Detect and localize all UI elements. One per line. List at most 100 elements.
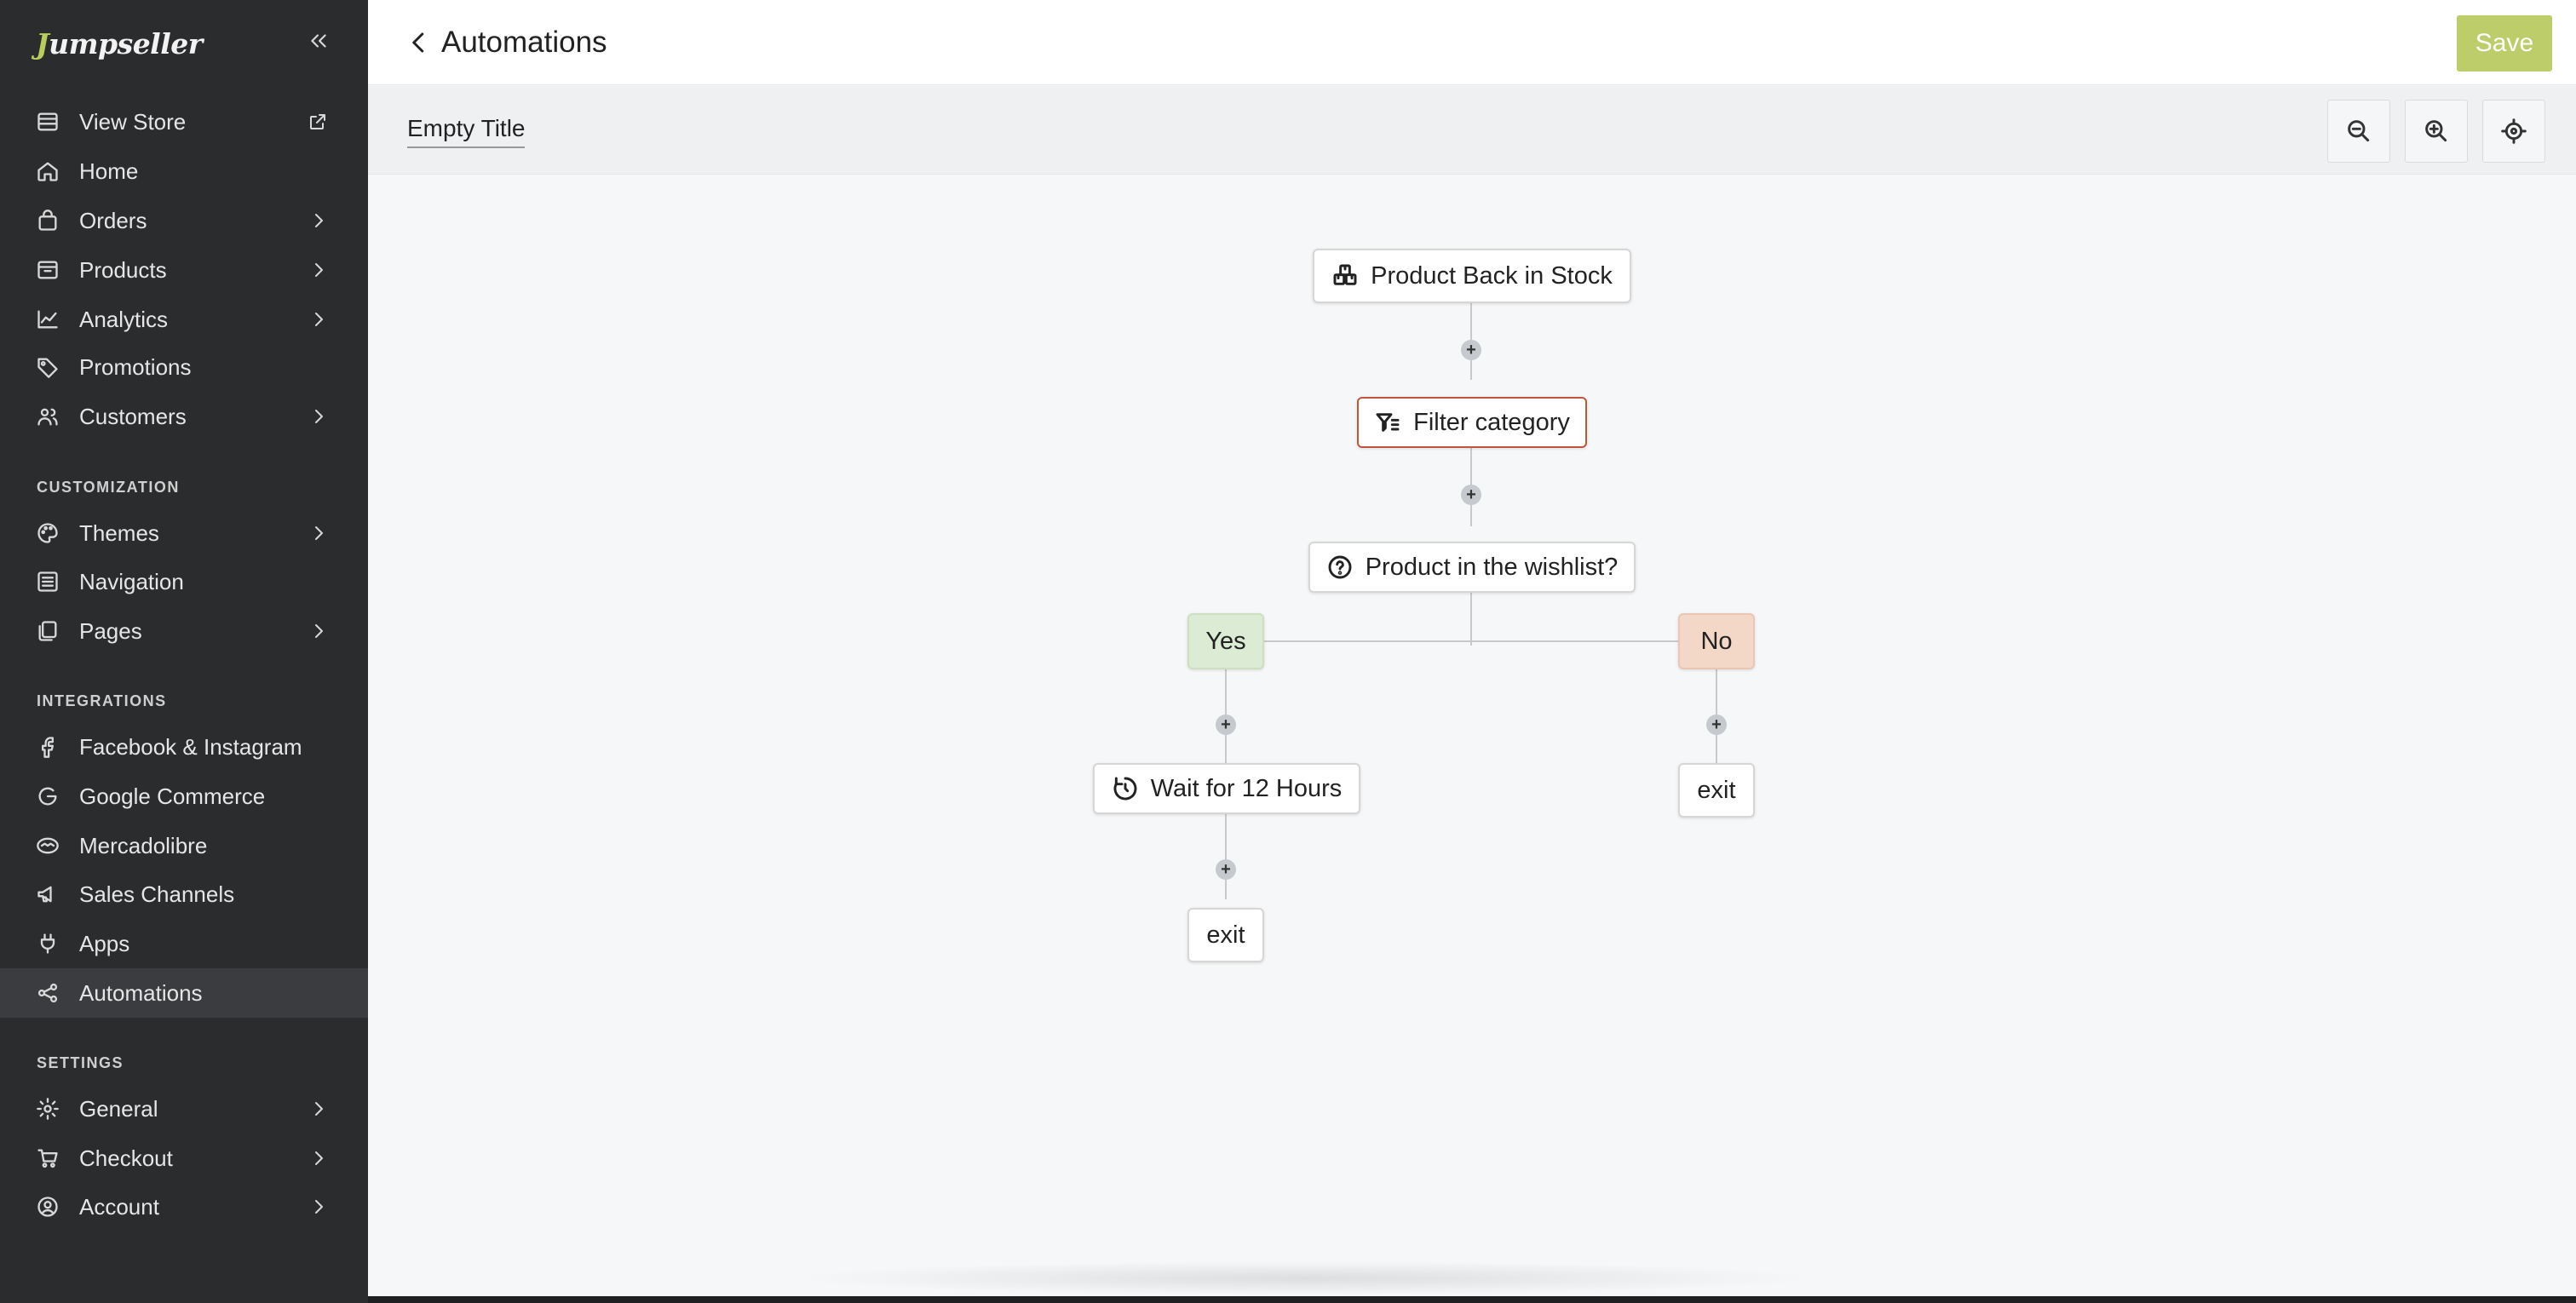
trigger-node[interactable]: Product Back in Stock bbox=[1313, 249, 1631, 303]
section-heading-settings: SETTINGS bbox=[37, 1054, 124, 1071]
sidebar-item-products[interactable]: Products bbox=[0, 245, 368, 295]
connector-line bbox=[1470, 593, 1472, 646]
sidebar-item-view-store[interactable]: View Store bbox=[0, 97, 368, 146]
flow-canvas[interactable]: Product Back in Stock + Filter category … bbox=[368, 175, 2576, 1296]
sidebar-item-label: View Store bbox=[79, 108, 187, 135]
pages-icon bbox=[38, 621, 57, 641]
double-chevron-left-icon bbox=[311, 34, 326, 48]
crosshair-icon bbox=[2501, 118, 2527, 144]
logo-initial: J bbox=[36, 26, 49, 60]
top-bar: Automations Save bbox=[368, 0, 2576, 85]
wait-node[interactable]: Wait for 12 Hours bbox=[1093, 763, 1360, 814]
connector-line bbox=[1225, 809, 1227, 899]
collapse-sidebar-button[interactable] bbox=[303, 26, 334, 56]
sidebar-item-facebook-instagram[interactable]: Facebook & Instagram bbox=[0, 722, 368, 772]
branch-line bbox=[1223, 640, 1721, 642]
sidebar-item-home[interactable]: Home bbox=[0, 146, 368, 196]
chevron-right-icon bbox=[315, 624, 323, 638]
sidebar-item-themes[interactable]: Themes bbox=[0, 508, 368, 558]
sidebar-item-customers[interactable]: Customers bbox=[0, 392, 368, 441]
bag-icon bbox=[38, 210, 57, 231]
page-title: Automations bbox=[441, 26, 607, 59]
chart-icon bbox=[37, 310, 58, 329]
chevron-right-icon bbox=[315, 214, 323, 227]
sidebar-item-label: General bbox=[79, 1095, 158, 1122]
sidebar-item-promotions[interactable]: Promotions bbox=[0, 342, 368, 392]
box-stock-icon bbox=[1331, 262, 1359, 290]
exit-node[interactable]: exit bbox=[1187, 908, 1264, 962]
save-button[interactable]: Save bbox=[2457, 15, 2552, 72]
sidebar-item-label: Themes bbox=[79, 519, 159, 546]
sidebar-item-label: Mercadolibre bbox=[79, 832, 208, 858]
sidebar-item-label: Home bbox=[79, 158, 139, 184]
sidebar-item-apps[interactable]: Apps bbox=[0, 919, 368, 968]
wait-label: Wait for 12 Hours bbox=[1150, 774, 1343, 802]
sidebar-item-navigation[interactable]: Navigation bbox=[0, 557, 368, 606]
exit-label: exit bbox=[1697, 776, 1736, 804]
sidebar-item-label: Navigation bbox=[79, 568, 184, 594]
sidebar-item-pages[interactable]: Pages bbox=[0, 606, 368, 656]
list-icon bbox=[37, 571, 58, 592]
sidebar-item-account[interactable]: Account bbox=[0, 1182, 368, 1231]
external-link-icon bbox=[310, 114, 325, 129]
users-icon bbox=[37, 408, 58, 426]
chevron-left-icon bbox=[412, 32, 424, 53]
exit-label: exit bbox=[1206, 921, 1245, 949]
zoom-out-icon bbox=[2348, 120, 2370, 142]
condition-label: Product in the wishlist? bbox=[1365, 553, 1619, 581]
exit-node[interactable]: exit bbox=[1678, 763, 1755, 818]
add-step-button[interactable]: + bbox=[1461, 485, 1481, 505]
sidebar-item-google-commerce[interactable]: Google Commerce bbox=[0, 772, 368, 821]
sidebar-item-sales-channels[interactable]: Sales Channels bbox=[0, 870, 368, 919]
zoom-out-button[interactable] bbox=[2327, 100, 2390, 163]
condition-node[interactable]: Product in the wishlist? bbox=[1308, 542, 1636, 593]
flow-title-input[interactable]: Empty Title bbox=[407, 115, 526, 148]
sidebar-item-label: Apps bbox=[79, 930, 130, 956]
no-branch-badge: No bbox=[1678, 613, 1755, 669]
palette-icon bbox=[37, 523, 58, 543]
sidebar-item-analytics[interactable]: Analytics bbox=[0, 295, 368, 344]
chevron-right-icon bbox=[315, 1102, 323, 1116]
filter-label: Filter category bbox=[1413, 408, 1570, 436]
sidebar-item-label: Analytics bbox=[79, 306, 169, 332]
sidebar-item-label: Checkout bbox=[79, 1145, 173, 1171]
chevron-right-icon bbox=[315, 410, 323, 423]
tag-icon bbox=[37, 358, 58, 378]
sidebar-item-label: Orders bbox=[79, 207, 147, 233]
add-step-button[interactable]: + bbox=[1216, 715, 1236, 735]
recenter-button[interactable] bbox=[2482, 100, 2545, 163]
handshake-icon bbox=[37, 837, 59, 854]
filter-icon bbox=[1374, 409, 1401, 436]
sidebar-item-general[interactable]: General bbox=[0, 1084, 368, 1134]
box-icon bbox=[37, 261, 58, 279]
sidebar-item-orders[interactable]: Orders bbox=[0, 196, 368, 245]
main-content: Automations Save Empty Title Product Bac… bbox=[368, 0, 2576, 1296]
timer-icon bbox=[1112, 775, 1139, 802]
chevron-right-icon bbox=[315, 263, 323, 277]
sidebar-item-label: Facebook & Instagram bbox=[79, 733, 302, 760]
chevron-right-icon bbox=[315, 1151, 323, 1165]
zoom-in-icon bbox=[2425, 120, 2447, 142]
chevron-right-icon bbox=[315, 1200, 323, 1214]
account-icon bbox=[37, 1197, 58, 1217]
sidebar-item-label: Google Commerce bbox=[79, 783, 266, 809]
sidebar-item-mercadolibre[interactable]: Mercadolibre bbox=[0, 821, 368, 870]
add-step-button[interactable]: + bbox=[1706, 715, 1727, 735]
sidebar-item-checkout[interactable]: Checkout bbox=[0, 1134, 368, 1183]
yes-branch-badge: Yes bbox=[1187, 613, 1264, 669]
gear-icon bbox=[37, 1098, 59, 1120]
sidebar-item-label: Customers bbox=[79, 403, 187, 429]
filter-node[interactable]: Filter category bbox=[1357, 397, 1587, 448]
yes-label: Yes bbox=[1205, 627, 1246, 655]
back-button[interactable] bbox=[402, 24, 436, 61]
add-step-button[interactable]: + bbox=[1216, 859, 1236, 880]
add-step-button[interactable]: + bbox=[1461, 340, 1481, 360]
sidebar-item-automations[interactable]: Automations bbox=[0, 968, 368, 1018]
sidebar-item-label: Account bbox=[79, 1193, 159, 1220]
section-heading-integrations: INTEGRATIONS bbox=[37, 692, 167, 709]
zoom-in-button[interactable] bbox=[2405, 100, 2468, 163]
jumpseller-logo[interactable]: Jumpseller bbox=[36, 22, 203, 65]
megaphone-icon bbox=[37, 886, 52, 903]
plug-icon bbox=[40, 933, 55, 954]
trigger-label: Product Back in Stock bbox=[1371, 261, 1613, 290]
